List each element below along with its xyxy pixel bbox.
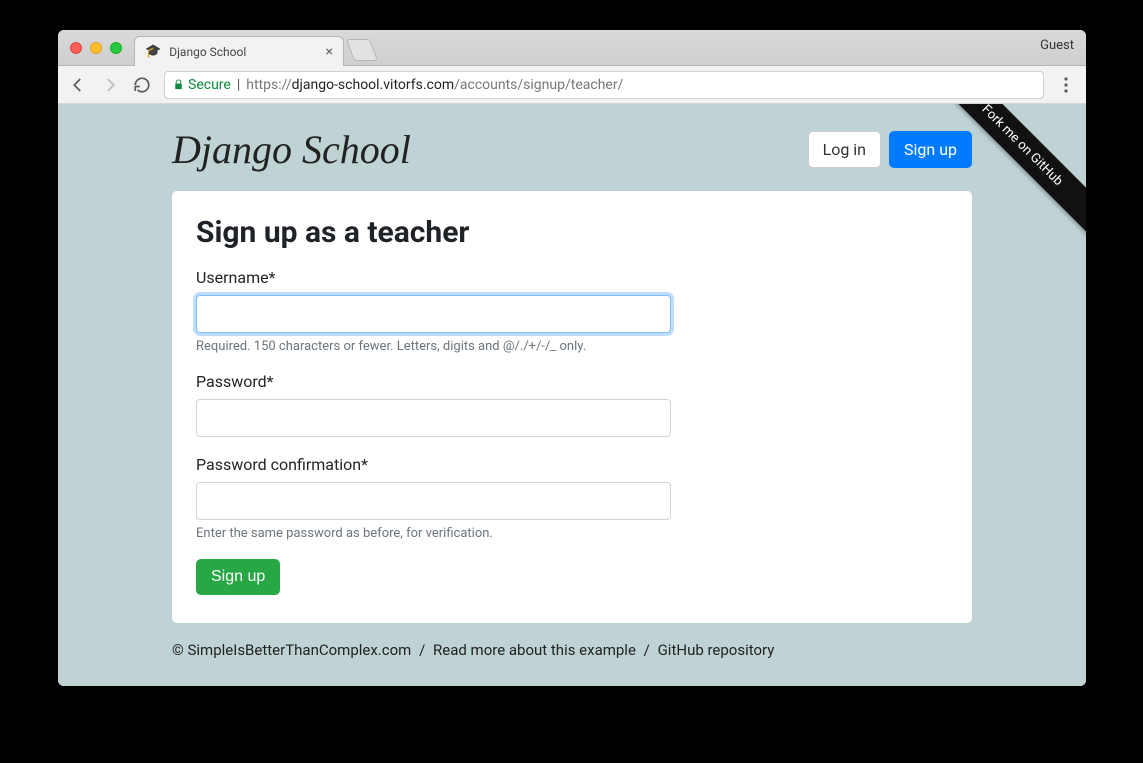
page-viewport: Fork me on GitHub Django School Log in S… — [58, 104, 1086, 686]
login-button[interactable]: Log in — [808, 131, 881, 168]
tab-bar: 🎓 Django School × Guest — [58, 30, 1086, 66]
password-confirm-input[interactable] — [196, 482, 671, 520]
page-container: Django School Log in Sign up Sign up as … — [172, 104, 972, 677]
profile-label[interactable]: Guest — [1040, 38, 1074, 53]
header-row: Django School Log in Sign up — [172, 104, 972, 191]
reload-button[interactable] — [132, 75, 152, 95]
password-confirm-help-text: Enter the same password as before, for v… — [196, 526, 948, 541]
secure-badge: Secure — [173, 77, 231, 93]
window-controls — [58, 30, 134, 65]
password-label: Password* — [196, 372, 948, 391]
username-input[interactable] — [196, 295, 671, 333]
graduation-cap-icon: 🎓 — [145, 44, 161, 59]
submit-button[interactable]: Sign up — [196, 559, 280, 595]
address-bar[interactable]: Secure | https://django-school.vitorfs.c… — [164, 71, 1044, 99]
password-group: Password* — [196, 372, 948, 437]
secure-label: Secure — [188, 77, 231, 93]
brand-logo[interactable]: Django School — [172, 126, 411, 173]
password-confirm-group: Password confirmation* Enter the same pa… — [196, 455, 948, 541]
url-text: https://django-school.vitorfs.com/accoun… — [246, 77, 623, 93]
browser-tab[interactable]: 🎓 Django School × — [134, 36, 344, 66]
browser-menu-button[interactable] — [1056, 75, 1076, 95]
signup-card: Sign up as a teacher Username* Required.… — [172, 191, 972, 623]
minimize-window-button[interactable] — [90, 42, 102, 54]
new-tab-button[interactable] — [346, 39, 378, 61]
back-button[interactable] — [68, 75, 88, 95]
close-tab-icon[interactable]: × — [326, 45, 333, 59]
tab-title: Django School — [169, 45, 317, 59]
username-label: Username* — [196, 268, 948, 287]
browser-window: 🎓 Django School × Guest Secure | ht — [58, 30, 1086, 686]
footer: © SimpleIsBetterThanComplex.com / Read m… — [172, 623, 972, 677]
password-input[interactable] — [196, 399, 671, 437]
auth-buttons: Log in Sign up — [808, 131, 972, 168]
footer-copyright: © SimpleIsBetterThanComplex.com — [172, 641, 411, 659]
page-title: Sign up as a teacher — [196, 215, 948, 250]
footer-link-github[interactable]: GitHub repository — [658, 641, 775, 659]
maximize-window-button[interactable] — [110, 42, 122, 54]
footer-link-readmore[interactable]: Read more about this example — [433, 641, 636, 659]
signup-button[interactable]: Sign up — [889, 131, 972, 168]
forward-button[interactable] — [100, 75, 120, 95]
password-confirm-label: Password confirmation* — [196, 455, 948, 474]
lock-icon — [173, 78, 184, 91]
username-help-text: Required. 150 characters or fewer. Lette… — [196, 339, 948, 354]
close-window-button[interactable] — [70, 42, 82, 54]
username-group: Username* Required. 150 characters or fe… — [196, 268, 948, 354]
separator: | — [237, 77, 240, 93]
browser-toolbar: Secure | https://django-school.vitorfs.c… — [58, 66, 1086, 104]
